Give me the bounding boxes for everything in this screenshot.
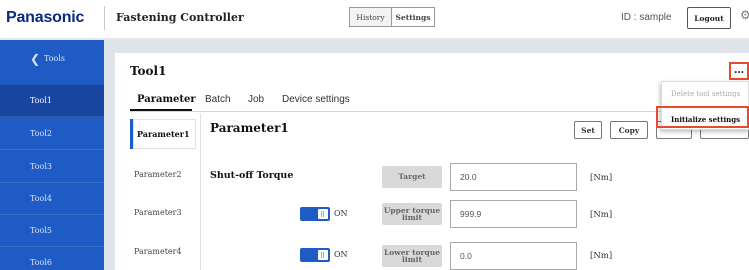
sidebar-back-label: Tools: [44, 54, 66, 63]
upper-limit-unit: [Nm]: [590, 210, 613, 220]
target-input[interactable]: 20.0: [450, 163, 577, 191]
app-title: Fastening Controller: [116, 11, 244, 24]
toggle-knob: [318, 209, 328, 219]
history-button[interactable]: History: [349, 7, 391, 27]
more-options-button[interactable]: …: [729, 62, 749, 80]
tool-card: [115, 53, 749, 270]
param-item-parameter2[interactable]: Parameter2: [130, 159, 196, 189]
sidebar-item-tool4[interactable]: Tool4: [0, 183, 104, 215]
tool-title: Tool1: [130, 64, 167, 78]
lower-limit-toggle-label: ON: [334, 250, 348, 259]
tab-device-settings[interactable]: Device settings: [282, 94, 350, 105]
target-unit: [Nm]: [590, 173, 613, 183]
copy-button[interactable]: Copy: [610, 121, 648, 139]
sidebar-item-tool1[interactable]: Tool1: [0, 85, 104, 117]
sidebar-item-tool3[interactable]: Tool3: [0, 151, 104, 183]
param-item-parameter3[interactable]: Parameter3: [130, 197, 196, 227]
set-button[interactable]: Set: [574, 121, 602, 139]
sidebar-item-tool6[interactable]: Tool6: [0, 247, 104, 270]
lower-limit-unit: [Nm]: [590, 251, 613, 261]
top-bar: Panasonic Fastening Controller History S…: [0, 0, 749, 38]
sidebar-item-tool5[interactable]: Tool5: [0, 215, 104, 247]
lower-torque-limit-input[interactable]: 0.0: [450, 242, 577, 270]
target-label: Target: [382, 166, 442, 188]
upper-limit-toggle-label: ON: [334, 209, 348, 218]
upper-torque-limit-label: Upper torque limit: [382, 203, 442, 225]
tab-batch[interactable]: Batch: [205, 94, 231, 105]
param-list-divider: [200, 114, 201, 270]
upper-limit-toggle[interactable]: [300, 207, 330, 221]
chevron-left-icon: ❮: [30, 52, 41, 66]
shut-off-torque-label: Shut-off Torque: [210, 170, 294, 181]
header-divider: [104, 6, 105, 30]
parameter-heading: Parameter1: [210, 121, 289, 135]
param-item-parameter1[interactable]: Parameter1: [130, 119, 196, 149]
toggle-knob: [318, 250, 328, 260]
menu-highlight-frame: [656, 106, 749, 128]
tab-job[interactable]: Job: [248, 94, 264, 105]
sidebar: ❮ Tools Tool1 Tool2 Tool3 Tool4 Tool5 To…: [0, 40, 104, 270]
user-id: ID : sample: [621, 12, 672, 23]
gear-icon[interactable]: ⚙: [740, 8, 749, 22]
menu-item-delete-tool-settings[interactable]: Delete tool settings: [662, 82, 749, 106]
brand-logo: Panasonic: [6, 9, 85, 26]
settings-button[interactable]: Settings: [391, 7, 435, 27]
sidebar-item-tool2[interactable]: Tool2: [0, 118, 104, 150]
logout-button[interactable]: Logout: [687, 7, 731, 29]
param-item-parameter4[interactable]: Parameter4: [130, 236, 196, 266]
tab-parameter[interactable]: Parameter: [137, 94, 196, 105]
upper-torque-limit-input[interactable]: 999.9: [450, 200, 577, 228]
sidebar-back-tools[interactable]: ❮ Tools: [0, 40, 104, 80]
lower-torque-limit-label: Lower torque limit: [382, 245, 442, 267]
lower-limit-toggle[interactable]: [300, 248, 330, 262]
